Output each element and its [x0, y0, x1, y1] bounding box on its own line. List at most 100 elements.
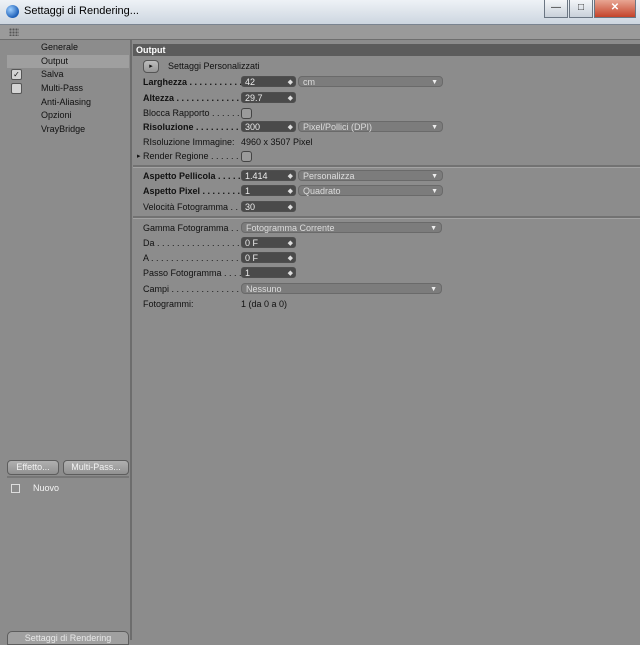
altezza-label: Altezza . . . . . . . . . . . . . . . [143, 93, 250, 103]
larghezza-label: Larghezza . . . . . . . . . . . . . [143, 77, 253, 87]
spinner-icon[interactable]: ◆ [288, 93, 293, 104]
salva-checkbox[interactable]: ✓ [11, 69, 22, 80]
aspetto-pixel-value: 1 [245, 186, 251, 196]
window-controls: — □ ✕ [543, 0, 636, 18]
section-divider [133, 216, 640, 219]
close-button[interactable]: ✕ [594, 0, 636, 18]
spinner-icon[interactable]: ◆ [288, 77, 293, 88]
blocca-rapporto-row: Blocca Rapporto . . . . . . . . [143, 107, 263, 120]
a-input[interactable]: 0 F ◆ [241, 252, 296, 263]
sidebar-item-output[interactable]: Output [7, 55, 129, 68]
da-label: Da . . . . . . . . . . . . . . . . . . .… [143, 238, 255, 248]
blocca-rapporto-checkbox[interactable] [241, 108, 252, 119]
a-row: A . . . . . . . . . . . . . . . . . . . … [143, 252, 303, 265]
cinema4d-app-icon [6, 5, 19, 18]
aspetto-pixel-dropdown[interactable]: Quadrato ▼ [298, 185, 443, 196]
sidebar-item-multi-pass[interactable]: Multi-Pass [7, 82, 129, 95]
gamma-value: Fotogramma Corrente [246, 223, 335, 233]
aspetto-pellicola-label: Aspetto Pellicola . . . . . [143, 171, 241, 181]
preset-label: Nuovo [33, 483, 60, 493]
render-preset-item[interactable]: Nuovo [7, 481, 129, 495]
spinner-icon[interactable]: ◆ [288, 202, 293, 213]
sidebar-item-vraybridge[interactable]: VrayBridge [7, 123, 129, 136]
sidebar-item-label: Output [41, 56, 69, 66]
risoluzione-input[interactable]: 300 ◆ [241, 121, 296, 132]
a-value: 0 F [245, 253, 259, 263]
campi-row: Campi . . . . . . . . . . . . . . . . . … [143, 283, 443, 296]
render-regione-checkbox[interactable] [241, 151, 252, 162]
render-regione-label: Render Regione . . . . . . . . [143, 151, 249, 161]
passo-input[interactable]: 1 ◆ [241, 267, 296, 278]
sidebar-item-anti-aliasing[interactable]: Anti-Aliasing [7, 96, 129, 109]
multi-pass-button[interactable]: Multi-Pass... [63, 460, 129, 475]
velocita-input[interactable]: 30 ◆ [241, 201, 296, 212]
risoluzione-immagine-row: RIsoluzione Immagine: 4960 x 3507 Pixel [143, 136, 393, 149]
output-panel: Output ▸ Settaggi Personalizzati Larghez… [133, 40, 640, 640]
sidebar-item-opzioni[interactable]: Opzioni [7, 109, 129, 122]
spinner-icon[interactable]: ◆ [288, 122, 293, 133]
aspetto-pellicola-mode: Personalizza [303, 171, 355, 181]
spinner-icon[interactable]: ◆ [288, 171, 293, 182]
preset-menu-button[interactable]: ▸ [143, 60, 159, 73]
larghezza-input[interactable]: 42 ◆ [241, 76, 296, 87]
da-row: Da . . . . . . . . . . . . . . . . . . .… [143, 237, 303, 250]
section-divider [133, 165, 640, 168]
a-label: A . . . . . . . . . . . . . . . . . . . … [143, 253, 254, 263]
grip-handle-icon[interactable] [9, 28, 19, 36]
altezza-input[interactable]: 29.7 ◆ [241, 92, 296, 103]
sidebar-item-label: VrayBridge [41, 124, 86, 134]
chevron-down-icon: ▼ [431, 79, 438, 86]
blocca-rapporto-label: Blocca Rapporto . . . . . . . . [143, 108, 250, 118]
sidebar-item-label: Salva [41, 69, 64, 79]
maximize-button[interactable]: □ [569, 0, 593, 18]
chevron-down-icon: ▼ [430, 225, 437, 232]
panel-divider [130, 40, 132, 640]
minimize-button[interactable]: — [544, 0, 568, 18]
gamma-label: Gamma Fotogramma . . . . [143, 223, 249, 233]
da-input[interactable]: 0 F ◆ [241, 237, 296, 248]
risoluzione-immagine-value: 4960 x 3507 Pixel [241, 137, 313, 147]
spinner-icon[interactable]: ◆ [288, 238, 293, 249]
aspetto-pixel-input[interactable]: 1 ◆ [241, 185, 296, 196]
aspetto-pellicola-value: 1.414 [245, 171, 268, 181]
fotogrammi-row: Fotogrammi: 1 (da 0 a 0) [143, 298, 343, 311]
sidebar-item-salva[interactable]: ✓ Salva [7, 68, 129, 81]
gamma-row: Gamma Fotogramma . . . . Fotogramma Corr… [143, 222, 443, 235]
passo-row: Passo Fotogramma . . . . . . 1 ◆ [143, 267, 303, 280]
aspetto-pellicola-row: Aspetto Pellicola . . . . . 1.414 ◆ Pers… [143, 170, 453, 183]
risoluzione-label: Risoluzione . . . . . . . . . . [143, 122, 244, 132]
chevron-down-icon: ▼ [430, 286, 437, 293]
velocita-label: Velocità Fotogramma . . . [143, 202, 244, 212]
sidebar-item-label: Opzioni [41, 110, 72, 120]
da-value: 0 F [245, 238, 259, 248]
campi-dropdown[interactable]: Nessuno ▼ [241, 283, 442, 294]
aspetto-pellicola-dropdown[interactable]: Personalizza ▼ [298, 170, 443, 181]
aspetto-pixel-label: Aspetto Pixel . . . . . . . . . [143, 186, 246, 196]
sidebar-item-label: Anti-Aliasing [41, 97, 92, 107]
spinner-icon[interactable]: ◆ [288, 268, 293, 279]
chevron-down-icon: ▼ [431, 173, 438, 180]
gamma-dropdown[interactable]: Fotogramma Corrente ▼ [241, 222, 442, 233]
effetto-button[interactable]: Effetto... [7, 460, 59, 475]
multi-pass-checkbox[interactable] [11, 83, 22, 94]
settings-sidebar: Generale Output ✓ Salva Multi-Pass Anti-… [7, 40, 129, 640]
preset-name: Settaggi Personalizzati [168, 61, 260, 71]
spinner-icon[interactable]: ◆ [288, 253, 293, 264]
risoluzione-unit-dropdown[interactable]: Pixel/Pollici (DPI) ▼ [298, 121, 443, 132]
chevron-down-icon: ▼ [431, 188, 438, 195]
altezza-row: Altezza . . . . . . . . . . . . . . . 29… [143, 92, 303, 105]
sidebar-item-generale[interactable]: Generale [7, 41, 129, 54]
risoluzione-row: Risoluzione . . . . . . . . . . 300 ◆ Pi… [143, 121, 453, 134]
preset-row: ▸ Settaggi Personalizzati [143, 60, 443, 73]
render-regione-row: ▸ Render Regione . . . . . . . . [137, 150, 263, 163]
sidebar-item-label: Generale [41, 42, 79, 52]
sidebar-divider [7, 476, 129, 478]
render-settings-tab[interactable]: Settaggi di Rendering [7, 631, 129, 645]
expand-triangle-icon[interactable]: ▸ [137, 150, 141, 163]
sidebar-item-label: Multi-Pass [41, 83, 84, 93]
campi-value: Nessuno [246, 284, 282, 294]
unit-dropdown[interactable]: cm ▼ [298, 76, 443, 87]
aspetto-pellicola-input[interactable]: 1.414 ◆ [241, 170, 296, 181]
spinner-icon[interactable]: ◆ [288, 186, 293, 197]
altezza-value: 29.7 [245, 93, 263, 103]
